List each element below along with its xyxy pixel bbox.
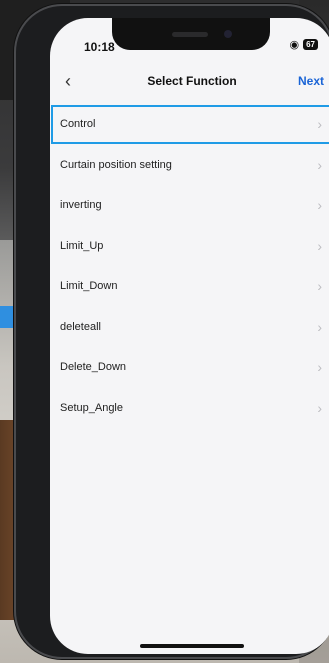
status-time: 10:18 — [84, 40, 115, 54]
list-item-setup-angle[interactable]: Setup_Angle › — [50, 388, 329, 429]
list-item-label: Limit_Down — [60, 280, 118, 293]
nav-bar: ‹ Select Function Next — [50, 68, 329, 98]
chevron-right-icon: › — [317, 156, 322, 173]
chevron-right-icon: › — [317, 399, 322, 416]
list-item-curtain-position-setting[interactable]: Curtain position setting › — [50, 145, 329, 186]
function-list: Control › Curtain position setting › inv… — [50, 104, 329, 428]
list-item-inverting[interactable]: inverting › — [50, 185, 329, 226]
camera — [224, 30, 232, 38]
list-item-delete-down[interactable]: Delete_Down › — [50, 347, 329, 388]
list-item-label: inverting — [60, 199, 102, 212]
notch — [112, 18, 270, 50]
next-button[interactable]: Next — [298, 74, 324, 88]
list-item-limit-up[interactable]: Limit_Up › — [50, 226, 329, 267]
phone-screen: 10:18 ◉ 67 ‹ Select Function Next Contro… — [50, 18, 329, 654]
list-item-label: Curtain position setting — [60, 158, 172, 171]
status-icons: ◉ 67 — [289, 38, 318, 51]
battery-icon: 67 — [303, 39, 318, 50]
chevron-right-icon: › — [317, 116, 322, 133]
list-item-control[interactable]: Control › — [50, 104, 329, 145]
list-item-label: Limit_Up — [60, 239, 104, 252]
wifi-icon: ◉ — [289, 39, 300, 51]
page-title: Select Function — [147, 74, 237, 88]
list-item-label: Control — [60, 118, 96, 131]
home-indicator[interactable] — [140, 644, 244, 648]
speaker — [172, 32, 208, 37]
phone-frame: 10:18 ◉ 67 ‹ Select Function Next Contro… — [14, 4, 329, 659]
list-item-label: deleteall — [60, 320, 101, 333]
list-item-limit-down[interactable]: Limit_Down › — [50, 266, 329, 307]
chevron-right-icon: › — [317, 278, 322, 295]
chevron-right-icon: › — [317, 318, 322, 335]
chevron-right-icon: › — [317, 197, 322, 214]
chevron-right-icon: › — [317, 359, 322, 376]
chevron-right-icon: › — [317, 237, 322, 254]
list-item-label: Setup_Angle — [60, 401, 123, 414]
list-item-label: Delete_Down — [60, 361, 127, 374]
list-item-deleteall[interactable]: deleteall › — [50, 307, 329, 348]
